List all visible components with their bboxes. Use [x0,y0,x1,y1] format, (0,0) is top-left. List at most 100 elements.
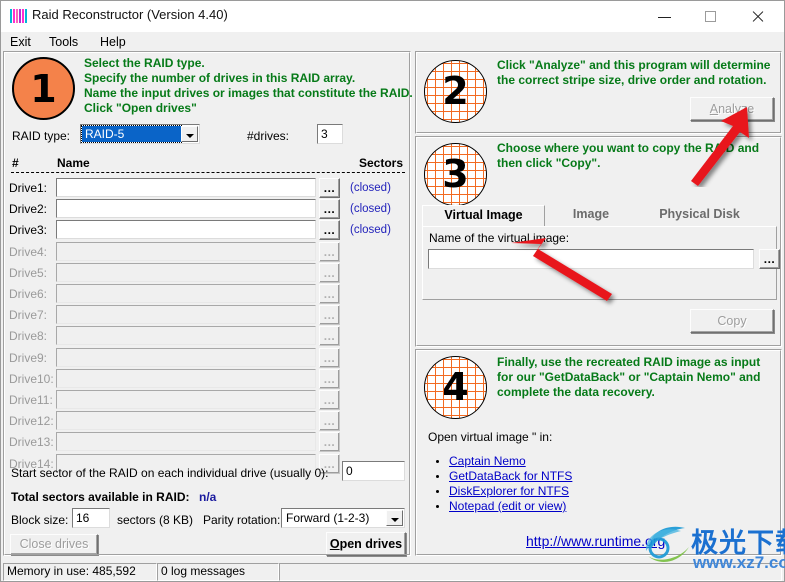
parity-rotation-combo[interactable]: Forward (1-2-3) [281,508,405,528]
link-runtime-website[interactable]: http://www.runtime.org [526,533,665,549]
start-sector-input[interactable]: 0 [342,461,405,481]
num-drives-label: #drives: [247,129,290,143]
menu-item-exit[interactable]: Exit [6,34,35,50]
ellipsis-icon: ... [323,351,336,365]
raid-type-label: RAID type: [12,129,71,143]
drive-browse-button-1[interactable]: ... [319,178,340,198]
menu-item-tools[interactable]: Tools [45,34,82,50]
drive-name-input-10 [56,369,316,388]
step-4-instruction-line-2: for our "GetDataBack" or "Captain Nemo" … [497,370,761,384]
tab-physical-disk[interactable]: Physical Disk [637,205,762,226]
application-window: Raid Reconstructor (Version 4.40) Exit T… [0,0,785,582]
virtual-image-field-label: Name of the virtual image: [429,231,570,245]
drive-name-input-1[interactable] [56,178,316,197]
chevron-down-icon[interactable] [181,126,198,142]
step-2-badge: 2 [424,60,487,123]
ellipsis-icon: ... [323,329,336,343]
drive-label-2: Drive2: [9,202,48,216]
minimize-button[interactable] [642,1,688,32]
ellipsis-icon: ... [323,202,336,216]
drive-browse-button-4: ... [319,242,340,262]
close-drives-label: Close drives [19,537,89,551]
ellipsis-icon: ... [323,393,336,407]
analyze-button[interactable]: Analyze [690,97,774,121]
step-4-instruction-line-3: complete the data recovery. [497,385,655,399]
block-size-input[interactable]: 16 [72,508,110,528]
column-header-sectors: Sectors [359,156,404,170]
step-1-instruction-line-2: Specify the number of drives in this RAI… [84,71,356,85]
drive-name-input-2[interactable] [56,199,316,218]
step-1-instruction-line-3: Name the input drives or images that con… [84,86,413,100]
drive-name-input-12 [56,411,316,430]
drive-label-4: Drive4: [9,245,48,259]
ellipsis-icon: ... [323,266,336,280]
link-diskexplorer-ntfs[interactable]: DiskExplorer for NTFS [449,484,569,498]
menu-bar: Exit Tools Help [1,32,784,51]
drive-browse-button-5: ... [319,263,340,283]
step-2-instruction-line-1: Click "Analyze" and this program will de… [497,58,771,72]
step-4-panel: 4 Finally, use the recreated RAID image … [415,349,782,556]
ellipsis-icon: ... [323,435,336,449]
drive-label-3: Drive3: [9,223,48,237]
copy-button[interactable]: Copy [690,309,774,333]
menu-item-help[interactable]: Help [96,34,130,50]
step-1-instruction-line-1: Select the RAID type. [84,56,205,70]
close-button[interactable] [734,1,780,32]
tab-image[interactable]: Image [545,205,637,226]
drive-label-1: Drive1: [9,181,48,195]
ellipsis-icon: ... [323,414,336,428]
link-captain-nemo[interactable]: Captain Nemo [449,454,526,468]
num-drives-input[interactable]: 3 [317,124,343,144]
link-getdataback-ntfs[interactable]: GetDataBack for NTFS [449,469,572,483]
maximize-button[interactable] [688,1,734,32]
drive-label-8: Drive8: [9,329,48,343]
ellipsis-icon: ... [323,181,336,195]
drive-browse-button-3[interactable]: ... [319,220,340,240]
raid-type-combo[interactable]: RAID-5 [80,124,200,144]
drive-sectors-status-3: (closed) [350,224,391,236]
drive-label-13: Drive13: [9,435,54,449]
tab-virtual-image[interactable]: Virtual Image [422,205,545,226]
drive-name-input-3[interactable] [56,220,316,239]
ellipsis-icon: ... [323,287,336,301]
drive-browse-button-10: ... [319,369,340,389]
drive-browse-button-12: ... [319,411,340,431]
close-drives-button[interactable]: Close drives [10,534,98,555]
ellipsis-icon: ... [763,252,776,266]
raid-type-value: RAID-5 [81,125,182,143]
open-virtual-image-label: Open virtual image " in: [428,430,553,444]
open-drives-label: Open drives [329,537,403,551]
parity-rotation-value: Forward (1-2-3) [286,511,370,525]
drive-name-input-8 [56,326,316,345]
step-1-instruction-line-4: Click "Open drives" [84,101,197,115]
link-notepad[interactable]: Notepad (edit or view) [449,499,566,513]
minimize-icon [658,17,671,18]
bullet-icon [436,475,439,478]
virtual-image-browse-button[interactable]: ... [759,249,780,269]
window-title: Raid Reconstructor (Version 4.40) [32,7,228,22]
status-bar: Memory in use: 485,592 0 log messages [3,563,782,581]
title-bar: Raid Reconstructor (Version 4.40) [1,1,784,32]
chevron-down-icon[interactable] [386,510,403,526]
raid-bars-icon [10,9,27,23]
drive-browse-button-7: ... [319,305,340,325]
drive-label-9: Drive9: [9,351,48,365]
drive-label-6: Drive6: [9,287,48,301]
bullet-icon [436,505,439,508]
step-3-instruction-line-1: Choose where you want to copy the RAID a… [497,141,760,155]
step-3-instruction-line-2: then click "Copy". [497,156,601,170]
drive-browse-button-2[interactable]: ... [319,199,340,219]
drive-name-input-4 [56,242,316,261]
virtual-image-name-input[interactable] [428,249,754,269]
step-1-badge: 1 [12,57,75,120]
step-2-panel: 2 Click "Analyze" and this program will … [415,51,782,134]
step-3-badge: 3 [424,143,487,206]
drive-name-input-5 [56,263,316,282]
drive-browse-button-6: ... [319,284,340,304]
parity-rotation-label: Parity rotation: [203,513,281,527]
copy-label: Copy [717,314,747,328]
start-sector-label: Start sector of the RAID on each individ… [11,466,329,480]
open-drives-button[interactable]: Open drives [326,532,406,556]
drive-label-12: Drive12: [9,414,54,428]
analyze-label: Analyze [709,102,755,116]
